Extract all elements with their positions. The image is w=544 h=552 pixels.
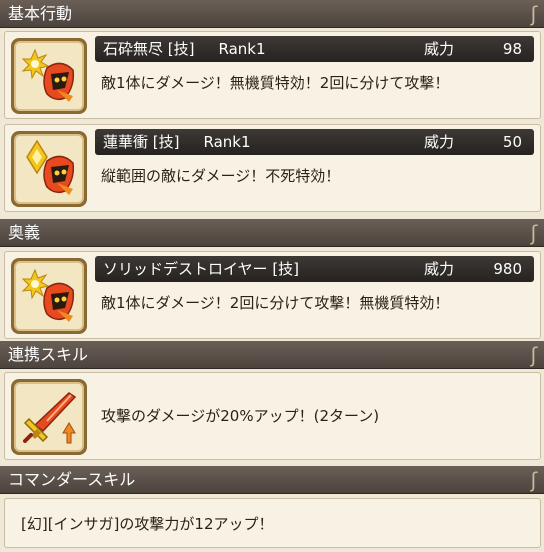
skill-name: 石砕無尽 [技] (103, 40, 195, 58)
flourish-icon: ʃ (530, 343, 538, 367)
skill-name-line: 石砕無尽 [技] Rank1 (103, 36, 266, 62)
skill-card[interactable]: 蓮華衝 [技] Rank1 威力 50 縦範囲の敵にダメージ！不死特効！ (4, 124, 541, 212)
skill-title-bar: ソリッドデストロイヤー [技] 威力 980 (95, 256, 534, 282)
power-value: 50 (502, 133, 522, 151)
skill-title-bar: 石砕無尽 [技] Rank1 威力 98 (95, 36, 534, 62)
section-header-basic: 基本行動 ʃ (0, 0, 544, 28)
section-title: 連携スキル (8, 345, 89, 364)
skill-icon-frame (11, 258, 87, 334)
section-title: 基本行動 (8, 4, 73, 23)
ougi-card[interactable]: ソリッドデストロイヤー [技] 威力 980 敵1体にダメージ！2回に分けて攻撃… (4, 251, 541, 339)
starburst-mask-icon (14, 41, 84, 111)
section-title: 奥義 (8, 223, 41, 242)
sword-up-icon (14, 382, 84, 452)
starburst-mask-icon (14, 261, 84, 331)
power-label: 威力 (423, 40, 454, 58)
commander-card[interactable]: [幻][インサガ]の攻撃力が12アップ！ (4, 498, 541, 548)
skill-name: 蓮華衝 [技] (103, 133, 180, 151)
flourish-icon: ʃ (530, 2, 538, 26)
skill-title-bar: 蓮華衝 [技] Rank1 威力 50 (95, 129, 534, 155)
skill-card[interactable]: 石砕無尽 [技] Rank1 威力 98 敵1体にダメージ！無機質特効！2回に分け… (4, 31, 541, 119)
section-header-commander: コマンダースキル ʃ (0, 466, 544, 494)
renkei-description: 攻撃のダメージが20%アップ！(2ターン) (101, 407, 380, 425)
power-value: 98 (502, 40, 522, 58)
renkei-card[interactable]: 攻撃のダメージが20%アップ！(2ターン) (4, 372, 541, 460)
flourish-icon: ʃ (530, 221, 538, 245)
skill-description: 縦範囲の敵にダメージ！不死特効！ (101, 167, 341, 185)
power-value: 980 (493, 260, 522, 278)
skill-name: ソリッドデストロイヤー [技] (103, 260, 300, 278)
commander-description: [幻][インサガ]の攻撃力が12アップ！ (21, 515, 274, 533)
skill-icon-frame (11, 379, 87, 455)
skill-description: 敵1体にダメージ！2回に分けて攻撃！無機質特効！ (101, 294, 450, 312)
skill-icon-frame (11, 131, 87, 207)
flourish-icon: ʃ (530, 468, 538, 492)
diamond-mask-icon (14, 134, 84, 204)
section-header-ougi: 奥義 ʃ (0, 219, 544, 247)
skill-description: 敵1体にダメージ！無機質特効！2回に分けて攻撃！ (101, 74, 450, 92)
skill-rank: Rank1 (203, 133, 251, 151)
section-title: コマンダースキル (8, 470, 136, 489)
section-header-renkei: 連携スキル ʃ (0, 341, 544, 369)
skill-name-line: 蓮華衝 [技] Rank1 (103, 129, 251, 155)
skill-rank: Rank1 (218, 40, 266, 58)
power-label: 威力 (423, 260, 454, 278)
skill-icon-frame (11, 38, 87, 114)
power-label: 威力 (423, 133, 454, 151)
